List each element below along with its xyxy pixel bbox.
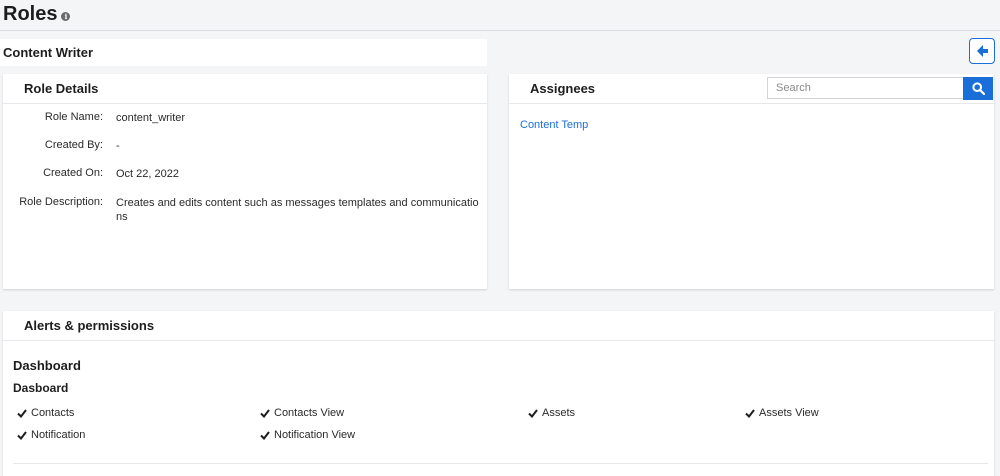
permission-item: Assets View [745, 407, 819, 419]
check-icon [745, 409, 755, 418]
permission-label: Assets View [759, 407, 819, 419]
check-icon [260, 409, 270, 418]
permission-item: Notification View [260, 429, 355, 441]
check-icon [17, 409, 27, 418]
assignees-title: Assignees [530, 81, 596, 96]
details-value: Oct 22, 2022 [116, 168, 179, 180]
role-details-title: Role Details [3, 74, 487, 104]
details-value: Creates and edits content such as messag… [116, 197, 479, 223]
assignee-link[interactable]: Content Temp [520, 119, 588, 131]
divider [13, 463, 988, 464]
arrow-left-icon [977, 45, 988, 57]
back-button[interactable] [969, 38, 995, 64]
details-label: Role Name: [44, 111, 103, 123]
permission-label: Notification [31, 429, 86, 441]
permission-item: Notification [17, 429, 85, 441]
details-label: Created By: [44, 139, 103, 151]
permission-label: Assets [542, 407, 576, 419]
permission-label: Notification View [274, 429, 356, 441]
page-header: Roles i [0, 0, 1000, 31]
details-value: - [116, 140, 120, 152]
details-label: Created On: [43, 167, 103, 179]
details-value: content_writer [116, 112, 186, 124]
assignees-card: Assignees Content Temp [509, 74, 994, 289]
permission-label: Contacts View [274, 407, 345, 419]
alerts-permissions-card: Alerts & permissions Dashboard Dasboard … [3, 311, 994, 476]
permission-label: Contacts [31, 407, 75, 419]
section-title-dashboard: Dashboard [13, 358, 81, 373]
search-button[interactable] [963, 77, 993, 100]
check-icon [260, 431, 270, 440]
alerts-title: Alerts & permissions [3, 311, 994, 341]
role-details-card: Role Details Role Name: content_writer C… [3, 74, 487, 289]
check-icon [528, 409, 538, 418]
search-icon [971, 82, 985, 95]
subsection-title: Dasboard [13, 381, 69, 395]
assignees-header: Assignees [509, 74, 994, 104]
permission-item: Contacts View [260, 407, 344, 419]
page-title-text: Roles [3, 3, 58, 25]
permission-item: Assets [528, 407, 575, 419]
search-input[interactable] [767, 77, 963, 99]
permission-item: Contacts [17, 407, 74, 419]
role-name-heading: Content Writer [0, 39, 487, 66]
info-icon[interactable]: i [61, 12, 71, 21]
details-label: Role Description: [19, 196, 103, 208]
check-icon [17, 431, 27, 440]
page-title: Roles i [3, 3, 71, 26]
